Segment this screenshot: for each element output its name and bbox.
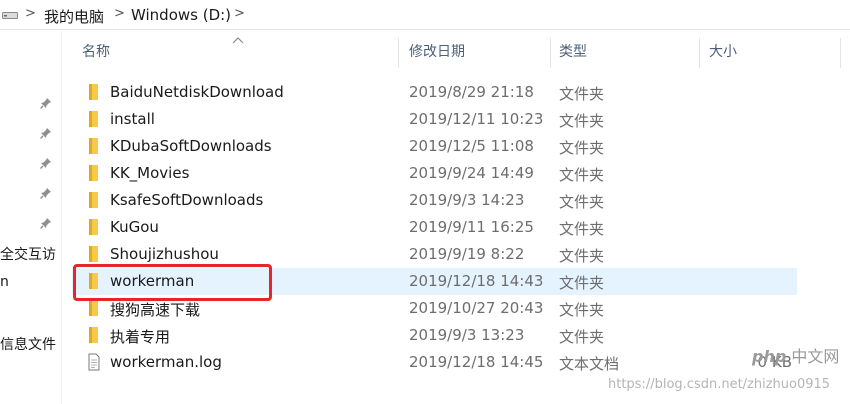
file-row[interactable]: 执着专用 2019/9/3 13:23 文件夹 <box>72 322 797 349</box>
watermark-logo-text: 中文网 <box>791 347 840 366</box>
file-modified: 2019/9/3 14:23 <box>409 191 525 209</box>
chevron-right-icon[interactable]: > <box>25 6 36 21</box>
column-size[interactable]: 大小 <box>699 34 819 70</box>
folder-icon <box>89 219 98 235</box>
nav-item-cropped[interactable]: n <box>0 274 9 290</box>
file-row[interactable]: KuGou 2019/9/11 16:25 文件夹 <box>72 214 797 241</box>
file-row[interactable]: install 2019/12/11 10:23 文件夹 <box>72 106 797 133</box>
file-row[interactable]: KK_Movies 2019/9/24 14:49 文件夹 <box>72 160 797 187</box>
drive-icon <box>2 12 18 19</box>
file-type: 文件夹 <box>559 220 605 238</box>
file-modified: 2019/12/18 14:45 <box>409 353 544 371</box>
file-modified: 2019/9/19 8:22 <box>409 245 525 263</box>
column-name[interactable]: 名称 <box>72 34 398 70</box>
file-row[interactable]: KDubaSoftDownloads 2019/12/5 11:08 文件夹 <box>72 133 797 160</box>
file-modified: 2019/9/3 13:23 <box>409 326 525 344</box>
file-type: 文件夹 <box>559 193 605 211</box>
folder-icon <box>89 300 98 316</box>
pin-icon[interactable] <box>40 127 52 139</box>
text-file-icon <box>88 353 100 371</box>
highlight-box <box>73 264 272 301</box>
file-row[interactable]: KsafeSoftDownloads 2019/9/3 14:23 文件夹 <box>72 187 797 214</box>
file-type: 文件夹 <box>559 274 605 292</box>
file-modified: 2019/12/5 11:08 <box>409 137 534 155</box>
folder-icon <box>89 84 98 100</box>
column-modified[interactable]: 修改日期 <box>399 34 549 70</box>
file-name: KDubaSoftDownloads <box>110 137 272 155</box>
watermark-logo: php 中文网 <box>752 343 839 367</box>
folder-icon <box>89 138 98 154</box>
column-divider[interactable] <box>840 38 841 68</box>
file-name: workerman.log <box>110 353 222 371</box>
file-type: 文本文档 <box>559 355 620 373</box>
folder-icon <box>89 165 98 181</box>
pin-icon[interactable] <box>40 157 52 169</box>
file-type: 文件夹 <box>559 328 605 346</box>
folder-icon <box>89 192 98 208</box>
file-name: 执着专用 <box>110 328 171 346</box>
file-type: 文件夹 <box>559 85 605 103</box>
file-name: KsafeSoftDownloads <box>110 191 264 209</box>
file-type: 文件夹 <box>559 247 605 265</box>
file-modified: 2019/8/29 21:18 <box>409 83 534 101</box>
breadcrumb-my-computer[interactable]: 我的电脑 <box>44 6 104 27</box>
file-name: BaiduNetdiskDownload <box>110 83 284 101</box>
file-name: 搜狗高速下载 <box>110 301 201 319</box>
pin-icon[interactable] <box>40 217 52 229</box>
pin-icon[interactable] <box>40 97 52 109</box>
file-row[interactable]: workerman.log 2019/12/18 14:45 文本文档 0 KB <box>72 349 797 376</box>
chevron-right-icon[interactable]: > <box>114 6 125 21</box>
file-name: Shoujizhushou <box>110 245 219 263</box>
file-row[interactable]: BaiduNetdiskDownload 2019/8/29 21:18 文件夹 <box>72 79 797 106</box>
chevron-right-icon[interactable]: > <box>234 6 245 21</box>
watermark-url: https://blog.csdn.net/zhizhuo0915 <box>608 377 831 392</box>
file-type: 文件夹 <box>559 112 605 130</box>
folder-icon <box>89 327 98 343</box>
folder-icon <box>89 111 98 127</box>
navigation-pane: 全交互访 n 信息文件 <box>0 30 62 404</box>
column-header: 名称 修改日期 类型 大小 <box>72 34 850 70</box>
address-bar[interactable]: > 我的电脑 > Windows (D:) > <box>0 0 850 30</box>
file-name: KK_Movies <box>110 164 190 182</box>
file-type: 文件夹 <box>559 301 605 319</box>
file-type: 文件夹 <box>559 166 605 184</box>
file-modified: 2019/9/24 14:49 <box>409 164 534 182</box>
nav-item-quick-access[interactable]: 全交互访 <box>0 244 56 264</box>
file-modified: 2019/9/11 16:25 <box>409 218 534 236</box>
file-name: KuGou <box>110 218 159 236</box>
nav-item-info-files[interactable]: 信息文件 <box>0 334 56 354</box>
file-modified: 2019/10/27 20:43 <box>409 299 544 317</box>
file-name: install <box>110 110 155 128</box>
file-modified: 2019/12/18 14:43 <box>409 272 544 290</box>
breadcrumb-windows-d[interactable]: Windows (D:) <box>131 6 231 24</box>
folder-icon <box>89 246 98 262</box>
pin-icon[interactable] <box>40 187 52 199</box>
column-type[interactable]: 类型 <box>549 34 699 70</box>
file-type: 文件夹 <box>559 139 605 157</box>
watermark-logo-brand: php <box>752 347 787 366</box>
file-modified: 2019/12/11 10:23 <box>409 110 544 128</box>
